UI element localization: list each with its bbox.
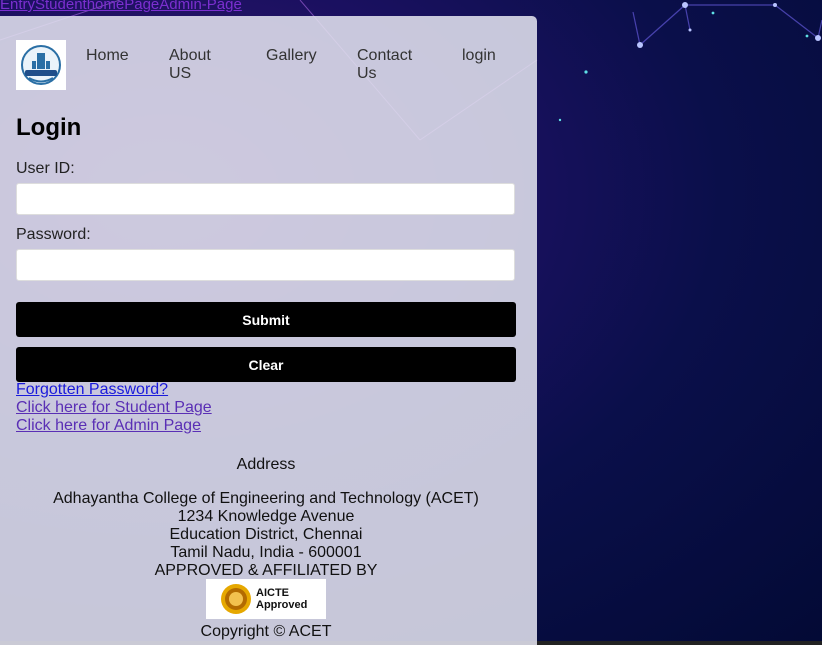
aicte-badge-line1: AICTE — [256, 587, 289, 599]
address-block: Adhayantha College of Engineering and Te… — [0, 490, 532, 580]
university-emblem-icon — [21, 45, 61, 85]
copyright-text: Copyright © ACET — [200, 623, 332, 640]
login-title: Login — [16, 114, 82, 141]
university-logo[interactable] — [16, 40, 66, 90]
help-links: Forgotten Password? Click here for Stude… — [16, 381, 212, 435]
nav-home[interactable]: Home — [86, 47, 129, 65]
password-label: Password: — [16, 226, 91, 243]
user-id-input[interactable] — [16, 183, 515, 215]
nav-about-us[interactable]: About US — [169, 47, 211, 83]
user-id-label: User ID: — [16, 160, 75, 177]
nav-gallery[interactable]: Gallery — [266, 47, 317, 65]
top-links-text[interactable]: EntryStudenthomePageAdmin-Page — [0, 0, 242, 13]
submit-button[interactable]: Submit — [16, 302, 516, 337]
address-line-street: 1234 Knowledge Avenue — [177, 508, 355, 525]
aicte-seal-icon — [221, 584, 251, 614]
address-line-college: Adhayantha College of Engineering and Te… — [53, 490, 479, 507]
aicte-badge-line2: Approved — [256, 599, 308, 611]
forgot-password-link[interactable]: Forgotten Password? — [16, 381, 212, 399]
student-page-link[interactable]: Click here for Student Page — [16, 399, 212, 417]
aicte-badge: AICTE Approved — [206, 579, 326, 619]
top-links[interactable]: EntryStudenthomePageAdmin-Page — [0, 0, 242, 13]
affiliation-text: APPROVED & AFFILIATED BY — [154, 562, 378, 579]
nav-login[interactable]: login — [462, 47, 496, 65]
address-line-district: Education District, Chennai — [169, 526, 363, 543]
nav-contact-us[interactable]: Contact Us — [357, 47, 412, 83]
clear-button[interactable]: Clear — [16, 347, 516, 382]
login-panel: Home About US Gallery Contact Us login L… — [0, 16, 537, 645]
admin-page-link[interactable]: Click here for Admin Page — [16, 417, 212, 435]
address-line-state: Tamil Nadu, India - 600001 — [170, 544, 362, 561]
password-input[interactable] — [16, 249, 515, 281]
address-heading: Address — [236, 456, 296, 473]
